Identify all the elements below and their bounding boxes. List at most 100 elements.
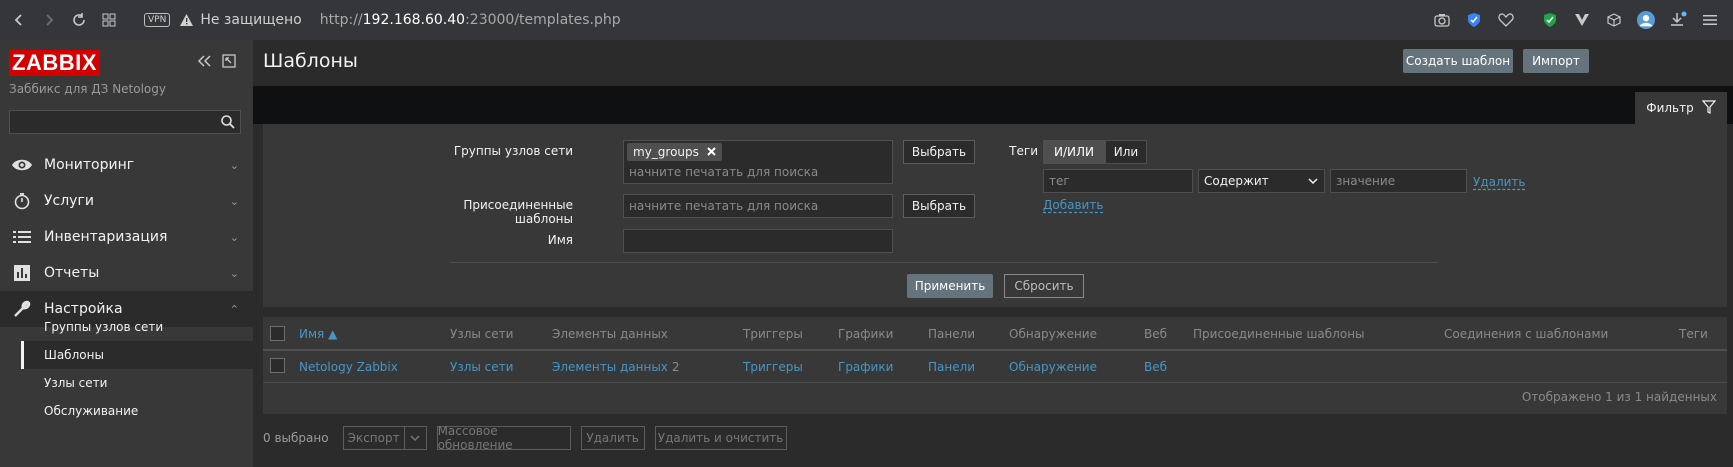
host-groups-select-button[interactable]: Выбрать	[903, 140, 975, 164]
submenu-maintenance[interactable]: Обслуживание	[21, 397, 253, 425]
zabbix-logo[interactable]: ZABBIX	[9, 50, 100, 76]
download-icon[interactable]	[1669, 11, 1687, 29]
tag-name-input[interactable]: тег	[1043, 169, 1193, 193]
kiosk-mode-icon[interactable]	[222, 53, 236, 72]
close-icon[interactable]	[707, 145, 716, 159]
sidebar-search-input[interactable]	[9, 110, 241, 134]
create-template-button[interactable]: Создать шаблон	[1403, 49, 1513, 73]
menu-icon[interactable]	[1701, 11, 1719, 29]
delete-and-clear-button[interactable]: Удалить и очистить	[654, 426, 787, 450]
apply-button[interactable]: Применить	[907, 274, 993, 298]
tag-operator-select[interactable]: Содержит	[1198, 169, 1325, 193]
templates-table: Имя ▲ Узлы сети Элементы данных Триггеры…	[263, 317, 1727, 414]
submenu-templates[interactable]: Шаблоны	[21, 341, 253, 369]
v-extension-icon[interactable]	[1573, 11, 1591, 29]
column-graphs: Графики	[838, 327, 894, 341]
collapse-sidebar-icon[interactable]	[196, 53, 212, 72]
green-shield-icon[interactable]	[1541, 11, 1559, 29]
delete-button[interactable]: Удалить	[580, 426, 645, 450]
tag-placeholder: тег	[1049, 174, 1070, 188]
reload-icon	[73, 13, 85, 26]
page-header: Шаблоны Создать шаблон Импорт	[253, 40, 1733, 86]
column-linked-templates: Присоединенные шаблоны	[1193, 327, 1365, 341]
filter-funnel-icon	[1701, 99, 1717, 117]
row-checkbox[interactable]	[270, 358, 285, 373]
bulk-actions-bar: 0 выбрано Экспорт Массовое обновление Уд…	[263, 424, 787, 452]
reset-button[interactable]: Сбросить	[1004, 274, 1084, 298]
menu-services[interactable]: Услуги ⌄	[0, 183, 253, 219]
column-web: Веб	[1144, 327, 1168, 341]
tags-or-option[interactable]: Или	[1105, 140, 1147, 164]
security-status[interactable]: Не защищено	[200, 12, 301, 28]
list-icon	[0, 230, 44, 244]
chevron-down-icon: ⌄	[229, 158, 239, 172]
dashboards-link[interactable]: Панели	[928, 360, 975, 374]
export-dropdown-button[interactable]	[404, 426, 427, 450]
tags-and-or-option[interactable]: И/ИЛИ	[1043, 140, 1105, 164]
template-name-link[interactable]: Netology Zabbix	[299, 360, 398, 374]
name-input[interactable]	[623, 229, 893, 253]
sidebar: ZABBIX Заббикс для ДЗ Netology Мониторин…	[0, 40, 253, 467]
filter-tab[interactable]: Фильтр	[1635, 92, 1727, 124]
tag-operator-value: Содержит	[1204, 174, 1269, 188]
column-hosts: Узлы сети	[450, 327, 514, 341]
graphs-link[interactable]: Графики	[838, 360, 893, 374]
linked-templates-label: Присоединенные шаблоны	[463, 198, 573, 226]
tag-add-link[interactable]: Добавить	[1043, 198, 1103, 212]
address-bar[interactable]: http://192.168.60.40:23000/templates.php	[320, 12, 621, 28]
chevron-down-icon: ⌄	[229, 230, 239, 244]
menu-reports[interactable]: Отчеты ⌄	[0, 255, 253, 291]
column-linked-to-templates: Соединения с шаблонами	[1444, 327, 1609, 341]
import-button[interactable]: Импорт	[1523, 49, 1589, 73]
chevron-down-icon: ⌄	[229, 266, 239, 280]
server-name: Заббикс для ДЗ Netology	[9, 82, 166, 96]
menu-monitoring[interactable]: Мониторинг ⌄	[0, 147, 253, 183]
table-footer-count: Отображено 1 из 1 найденных	[1521, 390, 1717, 404]
items-count: 2	[671, 360, 680, 374]
back-button[interactable]	[4, 5, 34, 35]
tag-value-placeholder: значение	[1336, 174, 1396, 188]
heart-icon[interactable]	[1497, 11, 1515, 29]
mass-update-button[interactable]: Массовое обновление	[436, 424, 571, 452]
forward-button[interactable]	[34, 5, 64, 35]
web-link[interactable]: Веб	[1144, 360, 1167, 374]
search-icon[interactable]	[220, 114, 236, 134]
filter-tab-label: Фильтр	[1646, 101, 1694, 115]
filter-panel: Группы узлов сети начните печатать для п…	[263, 124, 1727, 307]
shield-check-icon[interactable]	[1465, 11, 1483, 29]
camera-icon[interactable]	[1433, 11, 1451, 29]
tag-remove-link[interactable]: Удалить	[1473, 175, 1526, 189]
vpn-badge[interactable]: VPN	[144, 13, 171, 27]
menu-label: Инвентаризация	[44, 229, 168, 245]
tags-evaltype-toggle: И/ИЛИ Или	[1043, 140, 1147, 164]
name-label: Имя	[547, 233, 573, 247]
cube-icon[interactable]	[1605, 11, 1623, 29]
url-prefix: http://	[319, 12, 363, 28]
linked-templates-placeholder: начните печатать для поиска	[629, 199, 819, 213]
menu-label: Мониторинг	[44, 157, 135, 173]
chip-label: my_groups	[633, 145, 699, 159]
host-groups-label: Группы узлов сети	[453, 144, 573, 158]
hosts-link[interactable]: Узлы сети	[450, 360, 513, 374]
linked-templates-select-button[interactable]: Выбрать	[903, 194, 975, 218]
forward-arrow-icon	[46, 14, 54, 26]
column-name[interactable]: Имя ▲	[299, 327, 337, 341]
filter-divider	[450, 262, 1438, 263]
eye-icon	[0, 158, 44, 172]
chevron-down-icon: ⌄	[229, 194, 239, 208]
discovery-link[interactable]: Обнаружение	[1009, 360, 1097, 374]
items-link[interactable]: Элементы данных	[552, 360, 668, 374]
browser-toolbar: VPN Не защищено http://192.168.60.40:230…	[0, 0, 1733, 40]
linked-templates-input[interactable]: начните печатать для поиска	[623, 194, 893, 218]
reload-button[interactable]	[64, 5, 94, 35]
submenu-hosts[interactable]: Узлы сети	[21, 369, 253, 397]
select-all-checkbox[interactable]	[270, 326, 285, 341]
triggers-link[interactable]: Триггеры	[743, 360, 803, 374]
url-rest: :23000/templates.php	[465, 12, 621, 28]
tabs-grid-button[interactable]	[94, 5, 124, 35]
menu-inventory[interactable]: Инвентаризация ⌄	[0, 219, 253, 255]
export-button[interactable]: Экспорт	[342, 426, 405, 450]
submenu-host-groups[interactable]: Группы узлов сети	[21, 313, 253, 341]
profile-avatar-icon[interactable]	[1637, 11, 1655, 29]
tag-value-input[interactable]: значение	[1330, 169, 1467, 193]
